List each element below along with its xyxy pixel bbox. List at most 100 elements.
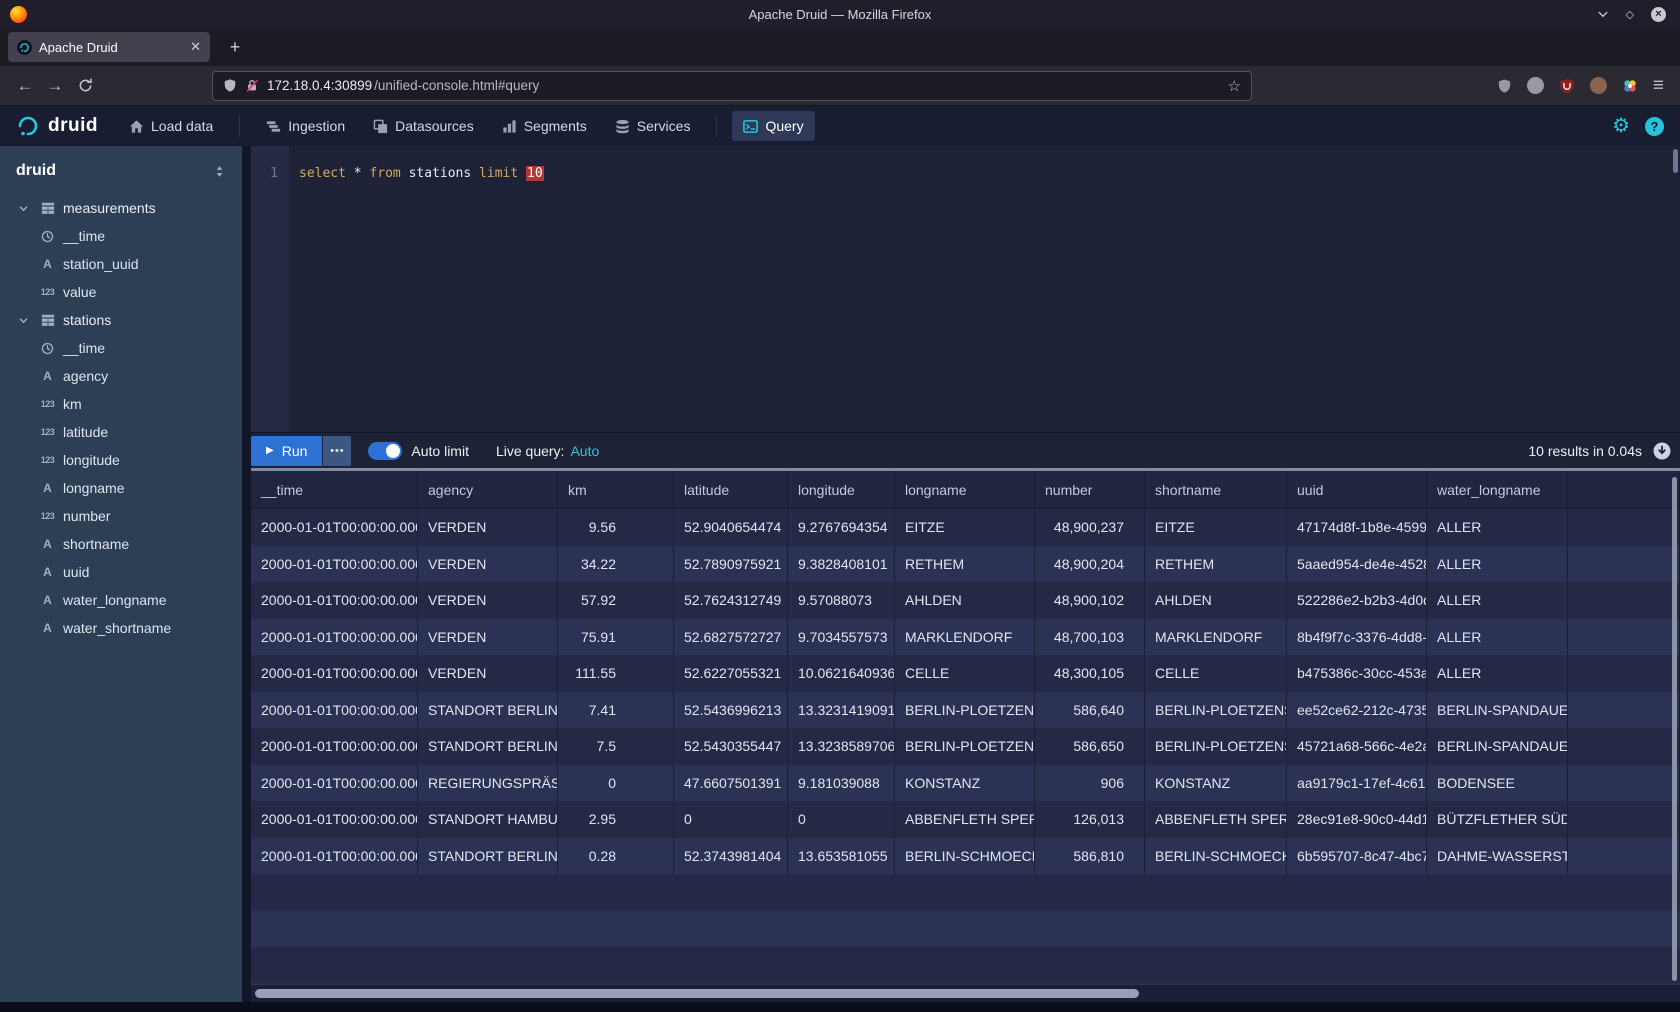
cell[interactable]: ALLER bbox=[1427, 619, 1568, 656]
cell[interactable]: 2000-01-01T00:00:00.000Z bbox=[251, 619, 418, 656]
window-minimize-icon[interactable] bbox=[1597, 8, 1609, 20]
column-header-__time[interactable]: __time bbox=[251, 471, 418, 508]
sql-editor[interactable]: 1 select * from stations limit 10 bbox=[251, 146, 1680, 432]
horizontal-scrollbar[interactable] bbox=[251, 985, 1680, 1002]
insecure-lock-icon[interactable] bbox=[245, 78, 259, 93]
nav-item-ingestion[interactable]: Ingestion bbox=[255, 111, 356, 141]
column-header-uuid[interactable]: uuid bbox=[1287, 471, 1427, 508]
cell[interactable]: aa9179c1-17ef-4c61-a48 bbox=[1287, 765, 1427, 802]
cell[interactable]: EITZE bbox=[895, 509, 1035, 546]
cell[interactable]: ABBENFLETH SPERRWEI bbox=[895, 801, 1035, 838]
column-water_shortname[interactable]: Awater_shortname bbox=[0, 614, 242, 642]
cell[interactable]: 52.6227055321 bbox=[674, 655, 788, 692]
vertical-scrollbar-thumb[interactable] bbox=[1672, 477, 1677, 981]
cell[interactable]: 75.91 bbox=[558, 619, 674, 656]
cell[interactable]: ALLER bbox=[1427, 655, 1568, 692]
forward-icon[interactable]: → bbox=[40, 71, 70, 101]
column-header-water_longname[interactable]: water_longname bbox=[1427, 471, 1568, 508]
cell[interactable]: MARKLENDORF bbox=[1145, 619, 1287, 656]
account-avatar-icon[interactable] bbox=[1527, 77, 1544, 94]
column-header-shortname[interactable]: shortname bbox=[1145, 471, 1287, 508]
column-km[interactable]: 123km bbox=[0, 390, 242, 418]
cell[interactable]: b475386c-30cc-453a-b3 bbox=[1287, 655, 1427, 692]
cell[interactable]: BERLIN-PLOETZENSEE O bbox=[895, 692, 1035, 729]
cell[interactable]: BERLIN-PLOETZENSEE U bbox=[1145, 728, 1287, 765]
cell[interactable] bbox=[1568, 765, 1680, 802]
cell[interactable]: STANDORT BERLIN bbox=[418, 838, 558, 875]
column-header-blank[interactable] bbox=[1568, 471, 1680, 508]
cell[interactable]: 2000-01-01T00:00:00.000Z bbox=[251, 692, 418, 729]
column-station_uuid[interactable]: Astation_uuid bbox=[0, 250, 242, 278]
live-query-value[interactable]: Auto bbox=[570, 443, 599, 459]
cell[interactable]: 2000-01-01T00:00:00.000Z bbox=[251, 801, 418, 838]
column-uuid[interactable]: Auuid bbox=[0, 558, 242, 586]
editor-scrollbar-thumb[interactable] bbox=[1673, 149, 1678, 173]
column-header-longname[interactable]: longname bbox=[895, 471, 1035, 508]
cell[interactable]: BERLIN-SPANDAUER-S bbox=[1427, 692, 1568, 729]
sql-code-line[interactable]: select * from stations limit 10 bbox=[289, 146, 544, 432]
column-number[interactable]: 123number bbox=[0, 502, 242, 530]
column-value[interactable]: 123value bbox=[0, 278, 242, 306]
datasource-stations[interactable]: stations bbox=[0, 306, 242, 334]
cell[interactable]: CELLE bbox=[1145, 655, 1287, 692]
cell[interactable]: 52.7624312749 bbox=[674, 582, 788, 619]
cell[interactable]: REGIERUNGSPRÄSIDIUM bbox=[418, 765, 558, 802]
cell[interactable]: 7.5 bbox=[558, 728, 674, 765]
cell[interactable] bbox=[1568, 692, 1680, 729]
cell[interactable]: 2000-01-01T00:00:00.000Z bbox=[251, 765, 418, 802]
cell[interactable] bbox=[1568, 801, 1680, 838]
tracking-shield-icon[interactable] bbox=[223, 78, 237, 93]
download-icon[interactable] bbox=[1652, 441, 1672, 461]
run-button[interactable]: ▶ Run bbox=[251, 436, 322, 466]
cell[interactable]: RETHEM bbox=[895, 546, 1035, 583]
browser-tab[interactable]: Apache Druid ✕ bbox=[8, 32, 210, 62]
cell[interactable]: 7.41 bbox=[558, 692, 674, 729]
cell[interactable]: 48,900,237 bbox=[1035, 509, 1145, 546]
column-latitude[interactable]: 123latitude bbox=[0, 418, 242, 446]
cell[interactable]: 586,650 bbox=[1035, 728, 1145, 765]
cell[interactable]: 48,700,103 bbox=[1035, 619, 1145, 656]
cell[interactable]: 9.3828408101 bbox=[788, 546, 895, 583]
cell[interactable]: BERLIN-PLOETZENSEE O bbox=[1145, 692, 1287, 729]
cell[interactable]: 522286e2-b2b3-4d0d-9a bbox=[1287, 582, 1427, 619]
cell[interactable]: 586,640 bbox=[1035, 692, 1145, 729]
cell[interactable]: 57.92 bbox=[558, 582, 674, 619]
cell[interactable]: ALLER bbox=[1427, 582, 1568, 619]
run-more-button[interactable]: ••• bbox=[323, 436, 351, 466]
cell[interactable]: 52.5436996213 bbox=[674, 692, 788, 729]
auto-limit-toggle[interactable] bbox=[368, 442, 402, 460]
column-header-agency[interactable]: agency bbox=[418, 471, 558, 508]
cell[interactable]: BODENSEE bbox=[1427, 765, 1568, 802]
cell[interactable]: 6b595707-8c47-4bc7-a8 bbox=[1287, 838, 1427, 875]
cell[interactable]: VERDEN bbox=[418, 655, 558, 692]
url-bar[interactable]: 172.18.0.4:30899/unified-console.html#qu… bbox=[212, 71, 1252, 101]
cell[interactable]: 9.181039088 bbox=[788, 765, 895, 802]
cell[interactable]: 47174d8f-1b8e-4599-8a bbox=[1287, 509, 1427, 546]
back-icon[interactable]: ← bbox=[10, 71, 40, 101]
window-maximize-icon[interactable]: ◇ bbox=[1626, 8, 1634, 21]
cell[interactable]: 2000-01-01T00:00:00.000Z bbox=[251, 838, 418, 875]
cell[interactable]: KONSTANZ bbox=[895, 765, 1035, 802]
cell[interactable]: 52.9040654474 bbox=[674, 509, 788, 546]
cell[interactable] bbox=[1568, 619, 1680, 656]
cell[interactable]: 0.28 bbox=[558, 838, 674, 875]
cell[interactable]: ee52ce62-212c-4735-b4 bbox=[1287, 692, 1427, 729]
cell[interactable]: KONSTANZ bbox=[1145, 765, 1287, 802]
ublock-icon[interactable] bbox=[1559, 78, 1575, 94]
column-shortname[interactable]: Ashortname bbox=[0, 530, 242, 558]
cell[interactable]: 9.2767694354 bbox=[788, 509, 895, 546]
bookmark-star-icon[interactable]: ☆ bbox=[1228, 77, 1241, 95]
cell[interactable]: 28ec91e8-90c0-44d1-8f bbox=[1287, 801, 1427, 838]
new-tab-button[interactable]: + bbox=[222, 37, 248, 58]
cell[interactable]: 52.5430355447 bbox=[674, 728, 788, 765]
column-__time[interactable]: __time bbox=[0, 334, 242, 362]
cell[interactable]: 48,900,102 bbox=[1035, 582, 1145, 619]
cell[interactable]: 52.6827572727 bbox=[674, 619, 788, 656]
cell[interactable] bbox=[1568, 728, 1680, 765]
column-header-km[interactable]: km bbox=[558, 471, 674, 508]
column-agency[interactable]: Aagency bbox=[0, 362, 242, 390]
cell[interactable]: BERLIN-SCHMOECKWITZ bbox=[895, 838, 1035, 875]
cell[interactable]: 48,300,105 bbox=[1035, 655, 1145, 692]
cell[interactable]: 47.6607501391 bbox=[674, 765, 788, 802]
cell[interactable]: 2000-01-01T00:00:00.000Z bbox=[251, 582, 418, 619]
